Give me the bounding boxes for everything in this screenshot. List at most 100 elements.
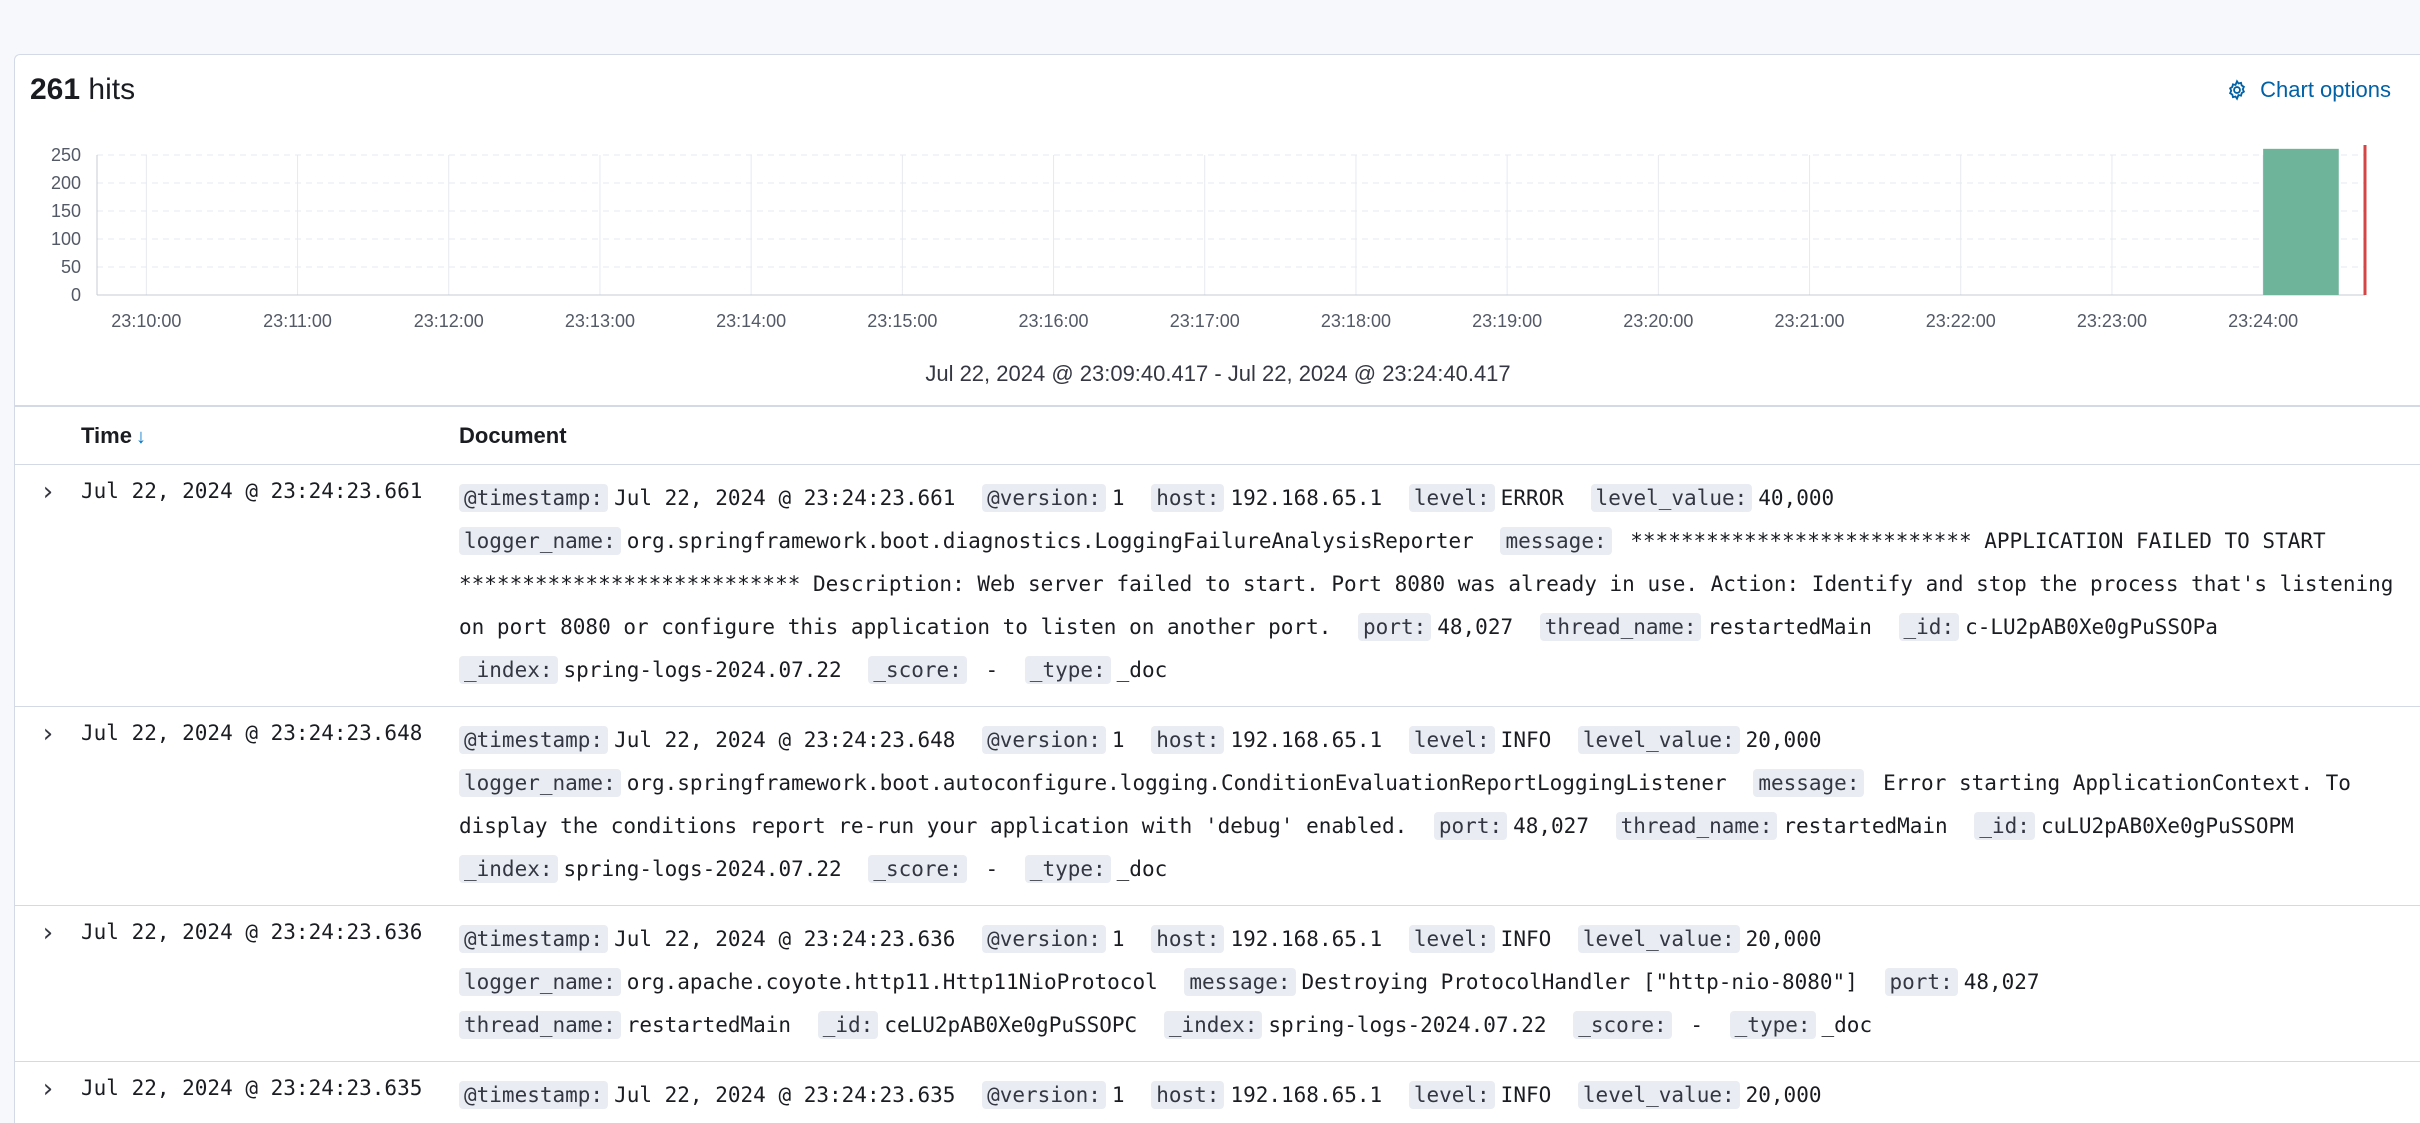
document-field: _index: spring-logs-2024.07.22	[459, 656, 842, 684]
expand-row-icon[interactable]: ›	[35, 721, 61, 747]
document-field: _index: spring-logs-2024.07.22	[459, 855, 842, 883]
field-key: level:	[1408, 925, 1495, 953]
document-field: level: INFO	[1408, 1081, 1551, 1109]
field-value: INFO	[1500, 927, 1552, 951]
document-field: host: 192.168.65.1	[1151, 726, 1383, 754]
y-tick-label: 200	[51, 173, 81, 193]
field-value: 1	[1111, 927, 1125, 951]
field-key: @version:	[982, 925, 1106, 953]
field-key: _index:	[1163, 1011, 1263, 1039]
row-timestamp: Jul 22, 2024 @ 23:24:23.661	[81, 479, 423, 503]
field-value: 48,027	[1513, 814, 1589, 838]
field-value: spring-logs-2024.07.22	[563, 658, 842, 682]
histogram-chart[interactable]: 0 50 100 150 200 250 23:10:00 23:11:00 23:12:00 2…	[15, 145, 2420, 355]
field-key: host:	[1151, 484, 1225, 512]
field-key: thread_name:	[1615, 812, 1778, 840]
field-value: 20,000	[1745, 1083, 1822, 1107]
chart-options-label: Chart options	[2260, 77, 2391, 102]
field-value: 48,027	[1963, 970, 2040, 994]
field-key: @version:	[982, 484, 1106, 512]
document-field: port: 48,027	[1884, 968, 2040, 996]
x-tick-label: 23:14:00	[716, 311, 786, 331]
field-key: _score:	[868, 855, 967, 883]
field-key: level_value:	[1577, 925, 1740, 953]
field-value: ceLU2pAB0Xe0gPuSSOPC	[884, 1013, 1138, 1037]
field-key: message:	[1184, 968, 1296, 996]
document-field: level_value: 20,000	[1577, 925, 1822, 953]
field-key: message:	[1500, 527, 1612, 555]
document-field: @version: 1	[982, 726, 1125, 754]
document-field: @timestamp: Jul 22, 2024 @ 23:24:23.648	[459, 726, 955, 754]
field-value: 192.168.65.1	[1230, 728, 1383, 752]
sort-descending-icon[interactable]: ↓	[136, 426, 146, 448]
field-key: level_value:	[1577, 726, 1740, 754]
field-value: 1	[1111, 486, 1125, 510]
document-field: thread_name: restartedMain	[1539, 613, 1872, 641]
document-field: @version: 1	[982, 1081, 1125, 1109]
document-column-header: Document	[459, 423, 567, 448]
document-field: level: INFO	[1408, 726, 1552, 754]
time-column-header[interactable]: Time ↓	[81, 423, 146, 449]
document-field: @timestamp: Jul 22, 2024 @ 23:24:23.636	[459, 925, 955, 953]
field-value: spring-logs-2024.07.22	[1268, 1013, 1547, 1037]
field-key: logger_name:	[459, 527, 621, 555]
field-key: port:	[1433, 812, 1508, 840]
document-field: @version: 1	[982, 925, 1125, 953]
x-tick-label: 23:11:00	[263, 311, 332, 331]
hits-number: 261	[30, 73, 81, 106]
document-field: level_value: 40,000	[1590, 484, 1835, 512]
document-field: _id: cuLU2pAB0Xe0gPuSSOPM	[1974, 812, 2294, 840]
field-value: restartedMain	[626, 1013, 792, 1037]
field-value: Jul 22, 2024 @ 23:24:23.635	[614, 1083, 956, 1107]
field-key: logger_name:	[459, 968, 621, 996]
row-timestamp: Jul 22, 2024 @ 23:24:23.636	[81, 920, 423, 944]
x-tick-label: 23:17:00	[1170, 311, 1240, 331]
field-value: _doc	[1821, 1013, 1873, 1037]
field-value: 20,000	[1745, 728, 1822, 752]
field-key: _id:	[1974, 812, 2035, 840]
field-key: _type:	[1024, 656, 1111, 684]
field-value: 192.168.65.1	[1230, 927, 1383, 951]
expand-row-icon[interactable]: ›	[35, 920, 61, 946]
row-timestamp: Jul 22, 2024 @ 23:24:23.635	[81, 1076, 423, 1100]
x-tick-label: 23:20:00	[1623, 311, 1693, 331]
chart-options-button[interactable]: Chart options	[2226, 77, 2391, 103]
expand-row-icon[interactable]: ›	[35, 479, 61, 505]
hits-label: hits	[88, 73, 136, 106]
field-value: restartedMain	[1783, 814, 1948, 838]
hits-count: 261 hits	[30, 73, 135, 107]
field-value: 40,000	[1758, 486, 1835, 510]
field-value: _doc	[1116, 857, 1168, 881]
field-value: INFO	[1500, 728, 1552, 752]
field-key: _type:	[1729, 1011, 1816, 1039]
field-key: thread_name:	[459, 1011, 621, 1039]
y-tick-label: 150	[51, 201, 81, 221]
field-key: level:	[1408, 1081, 1495, 1109]
x-tick-label: 23:15:00	[867, 311, 937, 331]
document-field: _index: spring-logs-2024.07.22	[1163, 1011, 1547, 1039]
histogram-bar[interactable]	[2263, 148, 2339, 295]
document-field: level_value: 20,000	[1577, 726, 1822, 754]
document-field: port: 48,027	[1433, 812, 1589, 840]
field-key: _score:	[1573, 1011, 1672, 1039]
field-value: Destroying ProtocolHandler ["http-nio-80…	[1301, 970, 1858, 994]
row-document: @timestamp: Jul 22, 2024 @ 23:24:23.661 @…	[459, 477, 2401, 692]
document-field: logger_name: org.springframework.boot.aut…	[459, 769, 1727, 797]
field-key: @timestamp:	[459, 925, 609, 953]
document-field: host: 192.168.65.1	[1151, 925, 1383, 953]
field-key: _id:	[817, 1011, 879, 1039]
document-field: _type: _doc	[1024, 855, 1168, 883]
field-key: level:	[1408, 726, 1495, 754]
expand-row-icon[interactable]: ›	[35, 1076, 61, 1102]
document-field: @timestamp: Jul 22, 2024 @ 23:24:23.635	[459, 1081, 956, 1109]
x-tick-label: 23:21:00	[1775, 311, 1845, 331]
field-value: 20,000	[1745, 927, 1822, 951]
field-value: -	[1677, 1013, 1703, 1037]
document-field: @version: 1	[982, 484, 1125, 512]
field-value: c-LU2pAB0Xe0gPuSSOPa	[1965, 615, 2218, 639]
y-tick-label: 50	[61, 257, 81, 277]
x-tick-label: 23:22:00	[1926, 311, 1996, 331]
field-value: -	[972, 658, 999, 682]
table-row: › Jul 22, 2024 @ 23:24:23.635 @timestamp: J…	[15, 1062, 2420, 1123]
document-field: level: INFO	[1408, 925, 1552, 953]
